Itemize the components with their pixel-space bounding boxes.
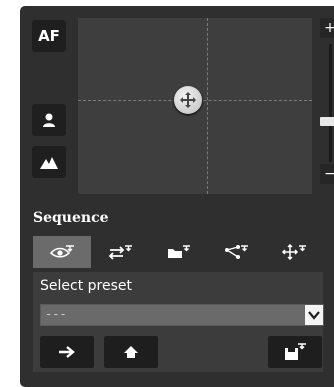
autofocus-label: AF: [38, 27, 60, 45]
tab-move[interactable]: [265, 236, 323, 268]
zoom-out-button[interactable]: −: [320, 164, 334, 184]
autofocus-button[interactable]: AF: [32, 20, 66, 52]
go-arrow-icon: [59, 346, 75, 358]
chevron-down-icon[interactable]: [305, 305, 323, 325]
zoom-slider-handle[interactable]: [320, 117, 334, 127]
move-arrows-icon: [281, 244, 306, 260]
zoom-in-button[interactable]: +: [320, 18, 334, 38]
move-arrows-icon: [180, 92, 196, 108]
sequence-title: Sequence: [33, 210, 109, 226]
zoom-control: + −: [320, 18, 334, 194]
preset-selected-value: ---: [45, 307, 67, 321]
save-preset-icon: [285, 343, 306, 360]
preset-select[interactable]: ---: [40, 304, 324, 326]
go-to-preset-button[interactable]: [40, 336, 94, 368]
folder-icon: [168, 245, 190, 258]
home-icon: [124, 346, 138, 358]
sequence-tabs: [33, 236, 323, 268]
swap-arrows-icon: [108, 245, 132, 260]
tab-share[interactable]: [207, 236, 265, 268]
home-button[interactable]: [104, 336, 158, 368]
zoom-out-label: −: [324, 166, 334, 182]
zoom-track[interactable]: [329, 44, 332, 162]
tab-eye[interactable]: [33, 236, 91, 268]
tab-folder[interactable]: [149, 236, 207, 268]
landscape-focus-button[interactable]: [32, 146, 66, 178]
share-nodes-icon: [225, 245, 248, 259]
person-focus-button[interactable]: [32, 104, 66, 136]
zoom-in-label: +: [324, 20, 334, 36]
vertical-crosshair: [207, 18, 208, 194]
eye-icon: [49, 245, 74, 258]
preset-panel: Select preset ---: [33, 272, 324, 372]
mountain-icon: [40, 157, 58, 169]
select-preset-label: Select preset: [40, 278, 132, 294]
pan-tilt-joystick[interactable]: [174, 86, 202, 114]
tab-swap[interactable]: [91, 236, 149, 268]
save-preset-button[interactable]: [268, 336, 322, 368]
person-icon: [43, 113, 55, 127]
